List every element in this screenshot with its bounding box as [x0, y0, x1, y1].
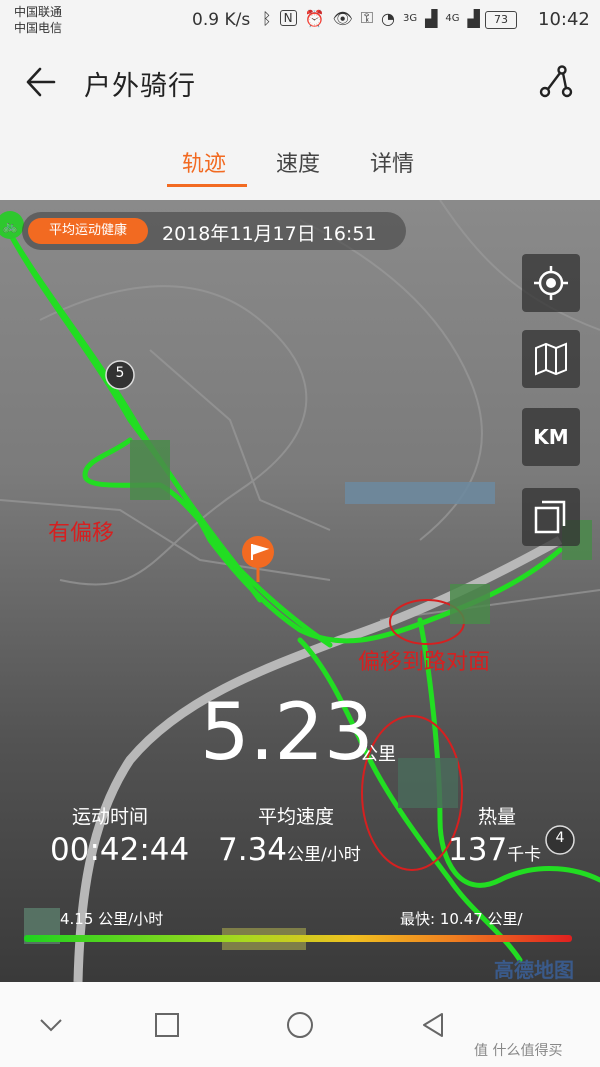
map-layer-button[interactable]	[522, 330, 580, 388]
system-nav-bar: 值 什么值得买	[0, 982, 600, 1067]
tab-track[interactable]: 轨迹	[182, 146, 226, 178]
stat-calories-value: 137千卡	[448, 832, 541, 868]
back-button[interactable]	[22, 62, 62, 102]
track-date: 2018年11月17日 16:51	[162, 223, 377, 245]
triangle-back-icon	[423, 1013, 443, 1037]
tab-details[interactable]: 详情	[370, 146, 414, 178]
map-provider-logo: 高德地图	[494, 958, 574, 982]
stat-avg-speed-label: 平均速度	[258, 806, 335, 828]
chevron-down-icon	[40, 1019, 62, 1032]
speed-max-value: 10.47 公里/	[439, 910, 523, 928]
key-icon: ⚿	[360, 8, 374, 27]
route-icon	[539, 65, 573, 98]
method-badge: 平均运动健康	[28, 218, 148, 244]
signal-bars-icon-2: ▟	[467, 8, 480, 28]
stat-duration-value: 00:42:44	[50, 832, 189, 868]
page-title: 户外骑行	[84, 71, 196, 102]
stat-avg-speed-number: 7.34	[218, 832, 288, 868]
carrier-1: 中国联通	[14, 5, 63, 19]
nav-recents-button[interactable]	[150, 1008, 184, 1042]
map-roads	[0, 200, 600, 621]
track-date-pill: 平均运动健康 2018年11月17日 16:51	[22, 212, 406, 250]
nfc-icon: N	[279, 10, 297, 26]
km-marker-5: 5	[115, 365, 125, 381]
layers-button[interactable]	[522, 488, 580, 546]
carrier-2: 中国电信	[14, 21, 63, 35]
clock: 10:42	[538, 9, 590, 30]
eye-icon: 👁	[332, 8, 353, 28]
bluetooth-icon: ᛒ	[262, 8, 272, 28]
distance-unit: 公里	[360, 744, 396, 765]
nav-home-button[interactable]	[283, 1008, 317, 1042]
arrow-left-icon	[26, 67, 56, 97]
tab-active-indicator	[167, 184, 247, 187]
stat-avg-speed-unit: 公里/小时	[287, 845, 361, 865]
wifi-icon: ◔	[381, 8, 395, 28]
stat-calories-number: 137	[448, 832, 508, 868]
carrier-info: 中国联通 中国电信	[14, 4, 62, 36]
speed-gradient-bar	[24, 935, 572, 942]
stat-duration-label: 运动时间	[72, 806, 149, 828]
tab-speed[interactable]: 速度	[276, 146, 320, 178]
km-toggle-button[interactable]: KM	[522, 408, 580, 466]
target-icon	[534, 266, 568, 300]
signal-3g: 3G	[402, 12, 418, 24]
signal-bars-icon: ▟	[425, 8, 438, 28]
watermark: 值 什么值得买	[474, 1043, 563, 1059]
map-layer-icon	[535, 342, 567, 376]
locate-button[interactable]	[522, 254, 580, 312]
status-bar: 中国联通 中国电信 0.9 K/s ᛒ N ⏰ 👁 ⚿ ◔ 3G ▟ 4G ▟ …	[0, 0, 600, 42]
battery-indicator: 73	[485, 11, 517, 29]
stat-avg-speed-value: 7.34公里/小时	[218, 832, 361, 868]
nav-back-button[interactable]	[416, 1008, 450, 1042]
nav-collapse-button[interactable]	[34, 1008, 68, 1042]
square-icon	[155, 1013, 179, 1037]
annotation-offset: 有偏移	[48, 521, 115, 546]
speed-max: 最快: 10.47 公里/	[400, 908, 523, 929]
start-marker: 🚲	[0, 211, 24, 239]
speed-max-label: 最快:	[400, 910, 436, 928]
circle-icon	[287, 1012, 313, 1038]
network-speed: 0.9 K/s	[192, 10, 251, 30]
stat-duration-number: 00:42:44	[50, 832, 190, 868]
stat-calories-label: 热量	[478, 806, 517, 828]
signal-4g: 4G	[445, 12, 460, 24]
app-bar: 户外骑行	[0, 42, 600, 122]
distance-value: 5.23	[200, 688, 374, 778]
alarm-icon: ⏰	[304, 8, 325, 28]
layers-icon	[534, 500, 566, 534]
map-view[interactable]: 🚲 平均运动健康 2018年11月17日 16:51 5 4 KM 有偏移 偏移…	[0, 200, 600, 982]
speed-min-value: 4.15 公里/小时	[60, 910, 164, 928]
annotation-offset-opposite: 偏移到路对面	[358, 650, 491, 675]
km-marker-4: 4	[555, 830, 565, 846]
speed-min: 4.15 公里/小时	[24, 908, 163, 929]
route-button[interactable]	[536, 62, 576, 102]
tab-bar: 轨迹 速度 详情	[0, 122, 600, 200]
stat-calories-unit: 千卡	[507, 845, 542, 865]
status-icons: ᛒ N ⏰ 👁 ⚿ ◔ 3G ▟ 4G ▟	[262, 8, 480, 28]
svg-text:🚲: 🚲	[3, 219, 18, 233]
